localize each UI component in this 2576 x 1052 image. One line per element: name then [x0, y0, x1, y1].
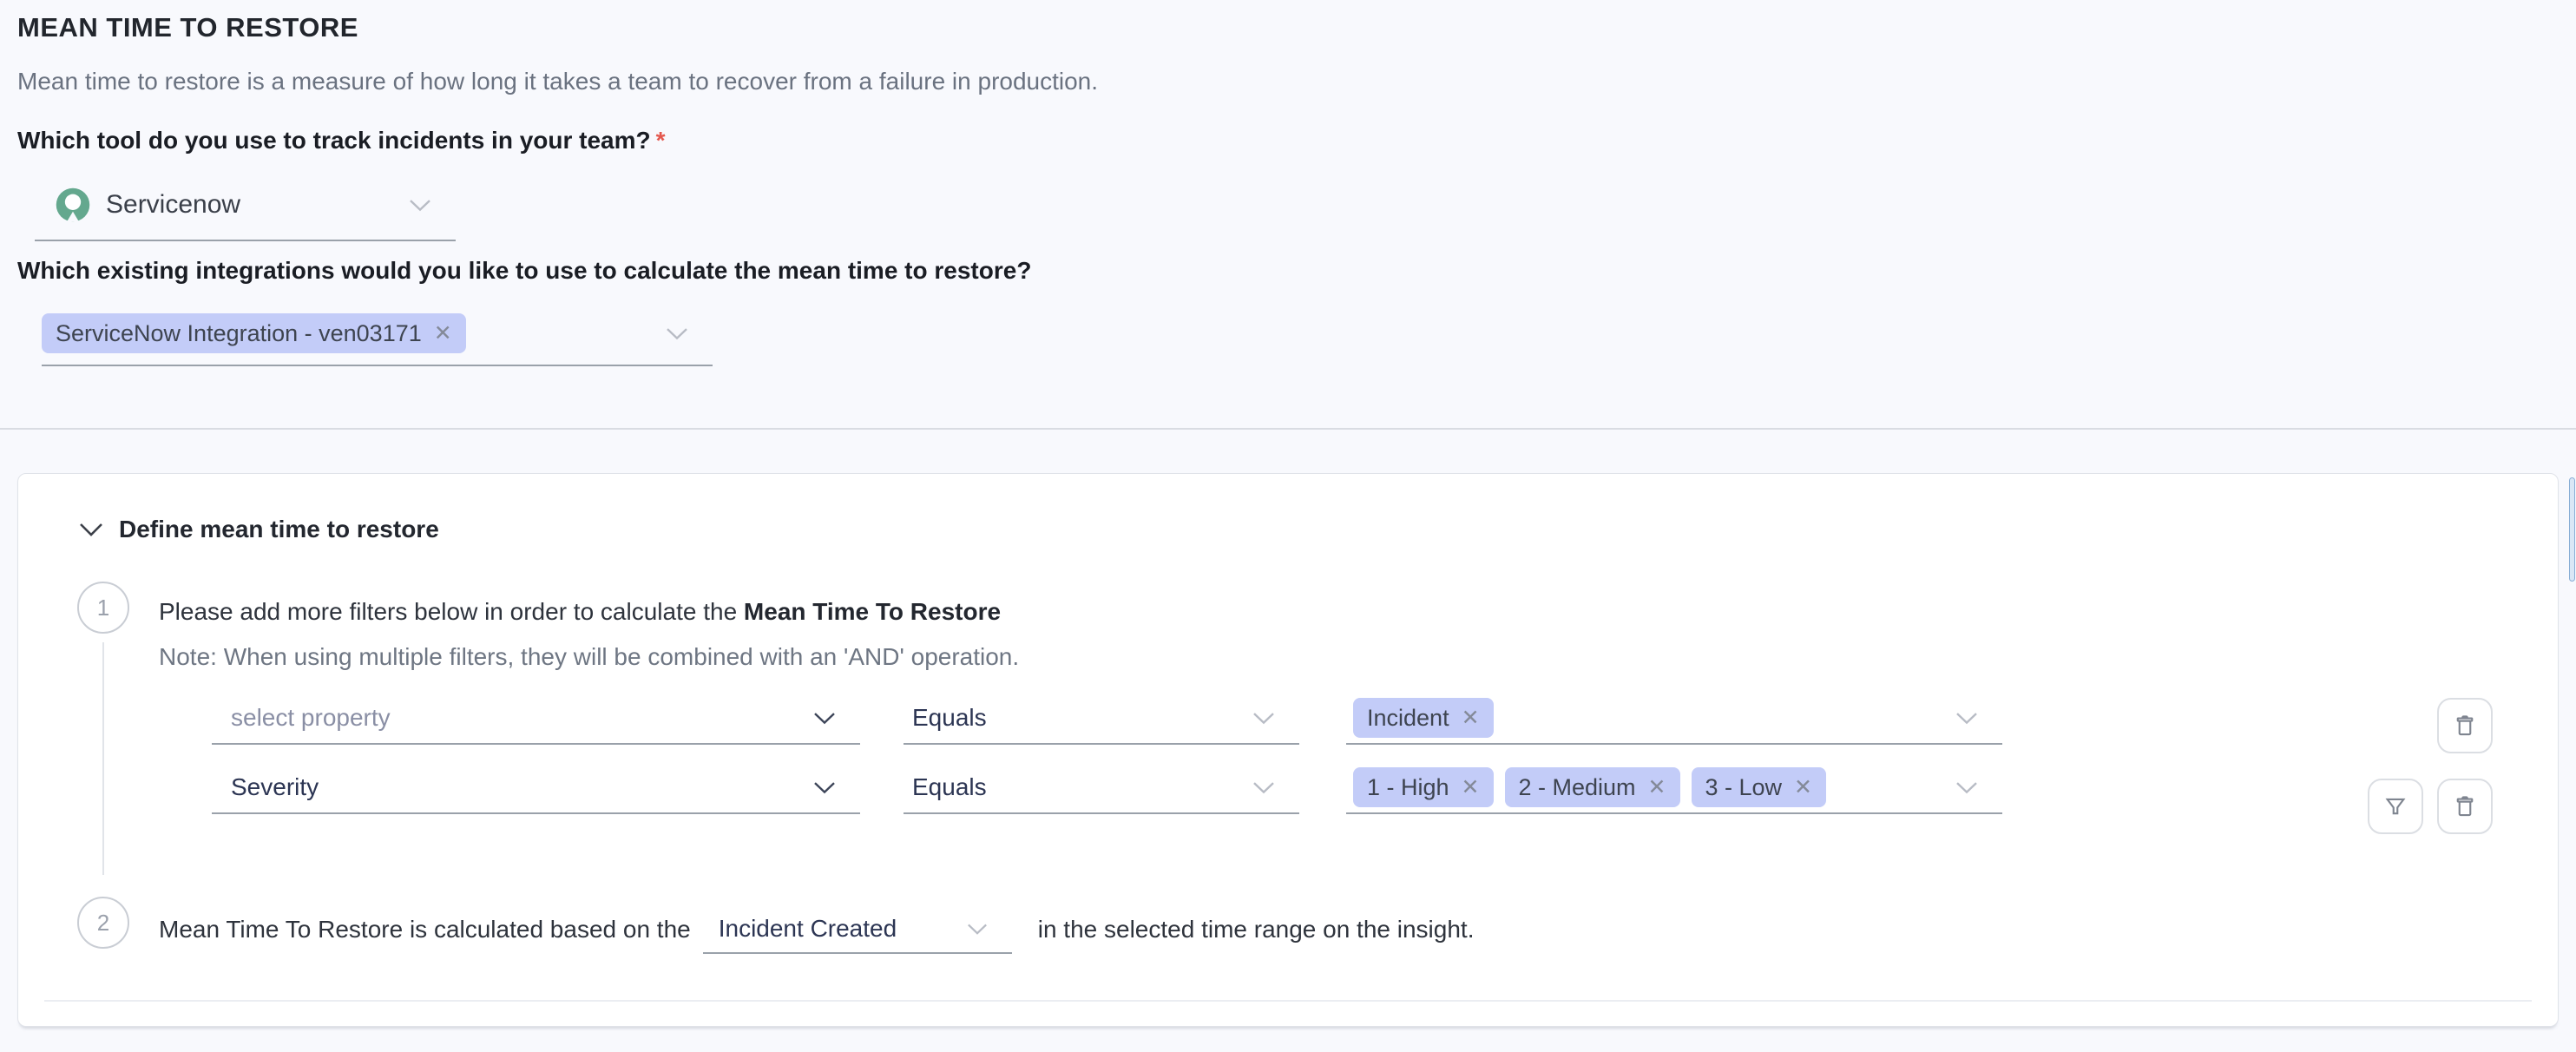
- calculation-basis-value: Incident Created: [719, 915, 897, 943]
- chip-label: 2 - Medium: [1519, 774, 1636, 801]
- scrollbar-thumb[interactable]: [2569, 477, 2575, 582]
- filter-2-values-multiselect[interactable]: 1 - High ✕ 2 - Medium ✕ 3 - Low ✕: [1346, 762, 2002, 814]
- chevron-down-icon: [813, 712, 836, 725]
- page-subtitle: Mean time to restore is a measure of how…: [17, 68, 1098, 95]
- step-2-suffix: in the selected time range on the insigh…: [1038, 916, 1475, 944]
- step-1-note: Note: When using multiple filters, they …: [159, 643, 1019, 671]
- filter-1-property-placeholder: select property: [231, 704, 391, 732]
- chevron-down-icon: [1252, 781, 1275, 794]
- filter-2-property-select[interactable]: Severity: [212, 762, 860, 814]
- remove-chip-icon[interactable]: ✕: [1462, 705, 1480, 731]
- filter-1-operator-select[interactable]: Equals: [904, 693, 1299, 745]
- chevron-down-icon: [79, 523, 103, 537]
- filter-1-property-select[interactable]: select property: [212, 693, 860, 745]
- calculation-basis-select[interactable]: Incident Created: [703, 905, 1012, 954]
- filter-2-value-chip[interactable]: 1 - High ✕: [1353, 767, 1494, 807]
- define-section-toggle[interactable]: Define mean time to restore: [79, 516, 439, 543]
- filter-1-values-multiselect[interactable]: Incident ✕: [1346, 693, 2002, 745]
- filter-2-operator-value: Equals: [912, 773, 987, 801]
- filter-2-value-chip[interactable]: 2 - Medium ✕: [1505, 767, 1680, 807]
- integration-chip[interactable]: ServiceNow Integration - ven03171 ✕: [42, 313, 466, 353]
- delete-filter-2-button[interactable]: [2437, 779, 2493, 834]
- chevron-down-icon: [813, 781, 836, 794]
- integration-chip-label: ServiceNow Integration - ven03171: [56, 320, 422, 347]
- step-1-text: Please add more filters below in order t…: [159, 598, 1001, 626]
- step-1-badge: 1: [77, 582, 129, 634]
- filter-row-2: Severity Equals 1 - High ✕ 2 - Medium ✕: [212, 762, 2002, 814]
- card-bottom-divider: [44, 1000, 2532, 1002]
- filter-2-property-value: Severity: [231, 773, 319, 801]
- step-2-prefix: Mean Time To Restore is calculated based…: [159, 916, 691, 944]
- trash-icon: [2452, 793, 2478, 819]
- step-2-badge: 2: [77, 897, 129, 949]
- filter-1-value-chip[interactable]: Incident ✕: [1353, 698, 1494, 738]
- filter-2-operator-select[interactable]: Equals: [904, 762, 1299, 814]
- chip-label: 1 - High: [1367, 774, 1449, 801]
- required-asterisk: *: [656, 127, 666, 154]
- filter-options-button[interactable]: [2368, 779, 2423, 834]
- chip-label: 3 - Low: [1705, 774, 1783, 801]
- tool-select-value: Servicenow: [106, 190, 240, 220]
- trash-icon: [2452, 713, 2478, 739]
- filter-row-1: select property Equals Incident ✕: [212, 693, 2002, 745]
- chip-label: Incident: [1367, 705, 1449, 732]
- page-title: MEAN TIME TO RESTORE: [17, 12, 358, 43]
- define-mttr-card: Define mean time to restore 1 Please add…: [17, 473, 2559, 1027]
- step-connector-line: [102, 642, 104, 875]
- delete-filter-1-button[interactable]: [2437, 698, 2493, 753]
- chevron-down-icon: [666, 327, 688, 340]
- chevron-down-icon: [409, 199, 431, 212]
- integrations-question-label: Which existing integrations would you li…: [17, 257, 1031, 285]
- remove-chip-icon[interactable]: ✕: [1462, 774, 1480, 800]
- chevron-down-icon: [967, 924, 988, 936]
- tool-select[interactable]: Servicenow: [35, 170, 456, 241]
- chevron-down-icon: [1252, 712, 1275, 725]
- section-divider: [0, 428, 2576, 430]
- funnel-icon: [2382, 793, 2408, 819]
- servicenow-logo-icon: [54, 186, 92, 224]
- mean-time-to-restore-page: MEAN TIME TO RESTORE Mean time to restor…: [0, 0, 2576, 1052]
- integrations-multiselect[interactable]: ServiceNow Integration - ven03171 ✕: [42, 302, 713, 366]
- filter-2-value-chip[interactable]: 3 - Low ✕: [1692, 767, 1827, 807]
- step-1-text-bold: Mean Time To Restore: [744, 598, 1001, 625]
- tool-question-label: Which tool do you use to track incidents…: [17, 127, 666, 155]
- remove-chip-icon[interactable]: ✕: [434, 320, 452, 346]
- filter-1-operator-value: Equals: [912, 704, 987, 732]
- remove-chip-icon[interactable]: ✕: [1794, 774, 1812, 800]
- chevron-down-icon: [1955, 781, 1978, 794]
- step-2-text: Mean Time To Restore is calculated based…: [159, 905, 1474, 954]
- define-section-title: Define mean time to restore: [119, 516, 439, 543]
- remove-chip-icon[interactable]: ✕: [1648, 774, 1666, 800]
- chevron-down-icon: [1955, 712, 1978, 725]
